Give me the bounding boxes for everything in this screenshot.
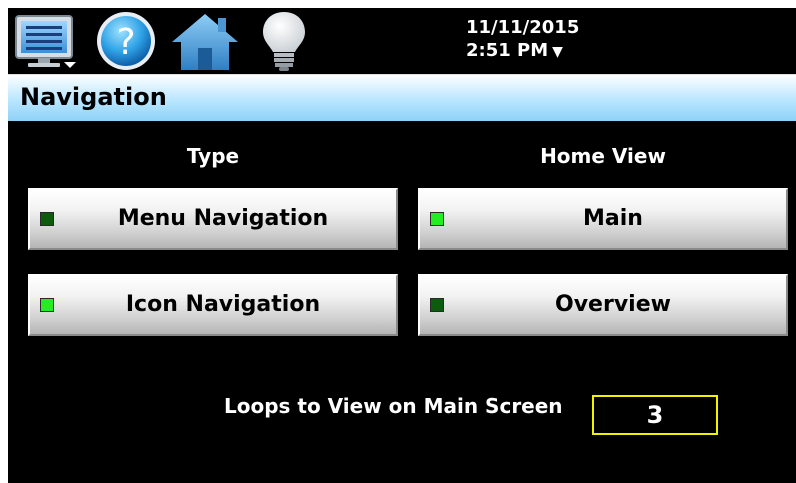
time-text: 2:51 PM xyxy=(466,40,549,61)
overview-view-indicator-icon xyxy=(430,298,444,312)
menu-navigation-label: Menu Navigation xyxy=(117,206,329,231)
svg-text:?: ? xyxy=(116,22,135,63)
type-heading: Type xyxy=(186,144,240,168)
menu-monitor-icon[interactable] xyxy=(12,10,80,72)
home-icon[interactable] xyxy=(170,10,240,72)
main-view-indicator-icon xyxy=(430,212,444,226)
loops-value-field[interactable]: 3 xyxy=(592,395,718,435)
icon-navigation-label: Icon Navigation xyxy=(125,292,321,317)
icon-navigation-button[interactable]: Icon Navigation xyxy=(28,274,398,336)
lightbulb-icon[interactable] xyxy=(258,10,310,72)
page-title: Navigation xyxy=(20,83,167,111)
hmi-screen: ? 11/11/2015 2:51 PM ▼ Navigation Type H… xyxy=(8,8,796,483)
menu-navigation-button[interactable]: Menu Navigation xyxy=(28,188,398,250)
icon-navigation-indicator-icon xyxy=(40,298,54,312)
date-text: 11/11/2015 xyxy=(466,17,580,38)
page-header: Navigation xyxy=(8,74,796,121)
time-dropdown-arrow-icon[interactable]: ▼ xyxy=(552,44,563,60)
menu-navigation-indicator-icon xyxy=(40,212,54,226)
top-bar: ? 11/11/2015 2:51 PM ▼ xyxy=(8,8,796,74)
overview-view-label: Overview xyxy=(555,292,671,317)
help-question-icon[interactable]: ? xyxy=(94,10,158,72)
main-view-button[interactable]: Main xyxy=(418,188,788,250)
loops-label: Loops to View on Main Screen xyxy=(224,394,563,418)
main-view-label: Main xyxy=(583,206,643,231)
home-view-heading: Home View xyxy=(540,144,666,168)
overview-view-button[interactable]: Overview xyxy=(418,274,788,336)
date-time-display[interactable]: 11/11/2015 2:51 PM ▼ xyxy=(466,16,579,64)
